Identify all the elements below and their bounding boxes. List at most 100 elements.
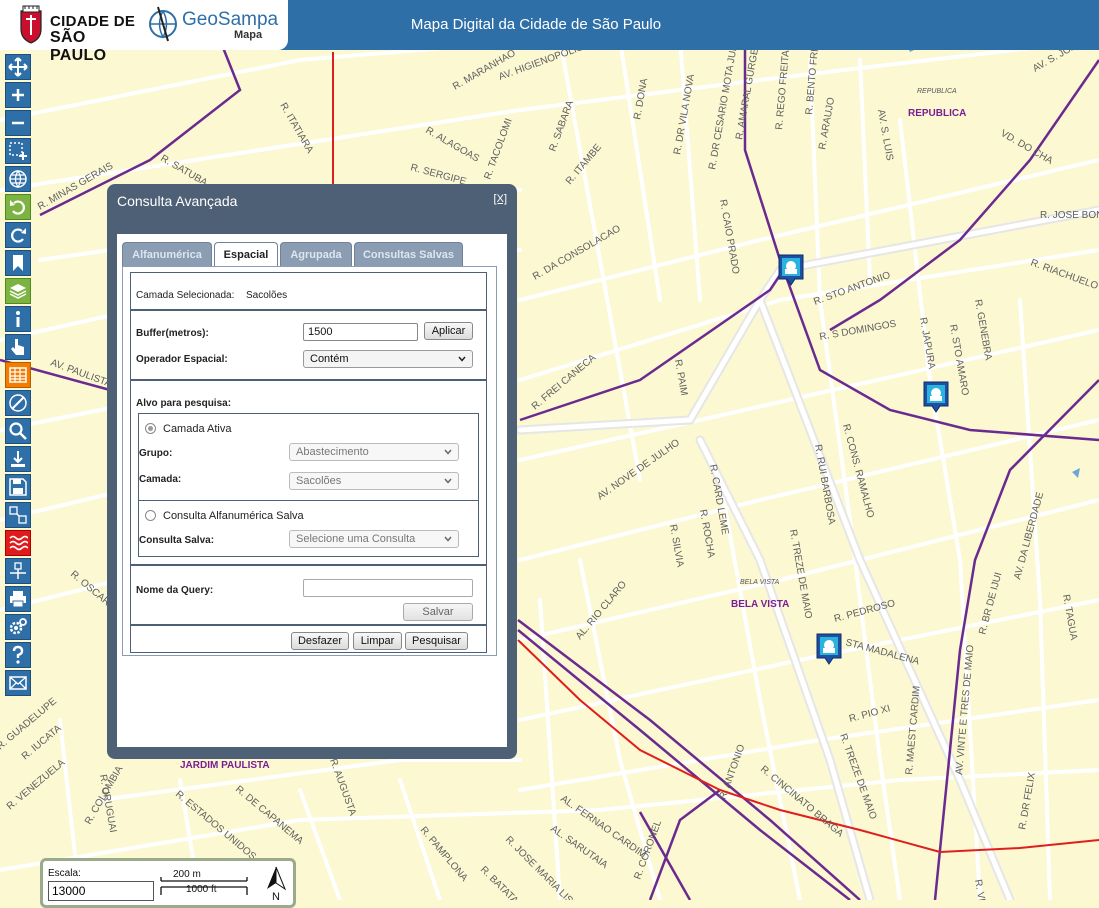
- svg-text:R. JOSE BONIFACIO: R. JOSE BONIFACIO: [1040, 210, 1099, 221]
- svg-text:REPUBLICA: REPUBLICA: [908, 108, 966, 119]
- envelope-icon: [9, 676, 27, 690]
- saved-query-select[interactable]: Selecione uma Consulta: [289, 530, 459, 548]
- selected-layer-label: Camada Selecionada:: [136, 290, 235, 301]
- globe-icon: [9, 170, 27, 189]
- search-button[interactable]: [5, 418, 31, 444]
- download-button[interactable]: [5, 446, 31, 472]
- query-name-section: Nome da Query: Salvar: [130, 565, 487, 625]
- info-button[interactable]: [5, 306, 31, 332]
- target-section: Alvo para pesquisa: Camada Ativa Grupo: …: [130, 380, 487, 565]
- print-button[interactable]: [5, 586, 31, 612]
- layers-icon: [9, 284, 27, 299]
- apply-button[interactable]: Aplicar: [424, 322, 473, 340]
- split-icon: [9, 506, 27, 524]
- saved-query-label: Consulta Salva:: [139, 535, 215, 546]
- saved-query-box: Consulta Alfanumérica Salva Consulta Sal…: [138, 501, 479, 557]
- close-button[interactable]: [X]: [494, 193, 507, 205]
- active-layer-box: Camada Ativa Grupo: Abastecimento Camada…: [138, 413, 479, 501]
- query-name-input[interactable]: [303, 579, 473, 597]
- measure-icon: [9, 394, 27, 412]
- scale-bar-imperial: 1000 ft: [186, 884, 217, 895]
- move-icon: [8, 57, 28, 77]
- tab-consultas-salvas[interactable]: Consultas Salvas: [354, 242, 463, 266]
- split-button[interactable]: [5, 502, 31, 528]
- zoom-out-button[interactable]: [5, 110, 31, 136]
- printer-icon: [10, 591, 26, 608]
- active-layer-radio[interactable]: [145, 423, 156, 434]
- save-query-button[interactable]: Salvar: [403, 603, 473, 621]
- undo-button[interactable]: Desfazer: [291, 632, 349, 650]
- tab-alfanumerica[interactable]: Alfanumérica: [122, 242, 212, 266]
- chevron-down-icon: [444, 478, 452, 484]
- logo-area: CIDADE DE SÃO PAULO GeoSampa Mapa: [0, 0, 288, 64]
- clear-button[interactable]: Limpar: [353, 632, 402, 650]
- plus-icon: [12, 89, 24, 101]
- search-query-button[interactable]: Pesquisar: [405, 632, 468, 650]
- sacolao-marker[interactable]: [815, 632, 843, 666]
- buffer-label: Buffer(metros):: [136, 328, 209, 339]
- help-button[interactable]: [5, 642, 31, 668]
- sacolao-marker[interactable]: [777, 253, 805, 287]
- geosampa-name: GeoSampa: [182, 9, 279, 30]
- operator-label: Operador Espacial:: [136, 354, 228, 365]
- tab-agrupada[interactable]: Agrupada: [280, 242, 352, 266]
- app-title: Mapa Digital da Cidade de São Paulo: [410, 16, 662, 33]
- download-icon: [11, 451, 25, 467]
- measure-button[interactable]: [5, 390, 31, 416]
- geosampa-subtitle: Mapa: [234, 29, 263, 41]
- layer-label: Camada:: [139, 474, 182, 485]
- identify-button[interactable]: [5, 334, 31, 360]
- saved-query-radio[interactable]: [145, 510, 156, 521]
- scale-bar-metric: 200 m: [173, 869, 201, 880]
- table-icon: [9, 367, 27, 383]
- geosampa-globe-icon: [149, 6, 177, 42]
- undo-icon: [10, 200, 25, 215]
- bookmarks-button[interactable]: [5, 250, 31, 276]
- map-toolbar: [5, 54, 33, 698]
- north-label: N: [272, 891, 280, 903]
- scale-label: Escala:: [48, 868, 81, 879]
- next-extent-button[interactable]: [5, 222, 31, 248]
- pan-tool-button[interactable]: [5, 54, 31, 80]
- chevron-down-icon: [458, 356, 466, 362]
- operator-select[interactable]: Contém: [303, 350, 473, 368]
- zoom-in-button[interactable]: [5, 82, 31, 108]
- selected-layer-value: Sacolões: [246, 290, 288, 301]
- svg-text:JARDIM PAULISTA: JARDIM PAULISTA: [180, 760, 270, 771]
- tab-espacial[interactable]: Espacial: [214, 242, 278, 267]
- city-logo-line1: CIDADE DE: [50, 13, 136, 30]
- full-extent-button[interactable]: [5, 166, 31, 192]
- floppy-icon: [9, 478, 27, 496]
- layers-button[interactable]: [5, 278, 31, 304]
- chevron-down-icon: [444, 536, 452, 542]
- geosampa-logo[interactable]: GeoSampa Mapa: [148, 4, 278, 46]
- group-value: Abastecimento: [296, 446, 369, 458]
- dialog-title: Consulta Avançada: [117, 193, 238, 209]
- sacolao-marker[interactable]: [922, 380, 950, 414]
- settings-button[interactable]: [5, 614, 31, 640]
- info-icon: [16, 311, 20, 327]
- contact-button[interactable]: [5, 670, 31, 696]
- gear-icon: [9, 618, 27, 635]
- wave-layer-button[interactable]: [5, 530, 31, 556]
- save-button[interactable]: [5, 474, 31, 500]
- edit-button[interactable]: [5, 558, 31, 584]
- attribute-table-button[interactable]: [5, 362, 31, 388]
- redo-icon: [11, 228, 26, 243]
- edit-icon: [10, 562, 26, 579]
- layer-select[interactable]: Sacolões: [289, 472, 459, 490]
- magnifier-icon: [9, 422, 27, 440]
- svg-text:BELA VISTA: BELA VISTA: [740, 579, 780, 586]
- advanced-query-dialog: Consulta Avançada [X] Alfanumérica Espac…: [107, 184, 517, 759]
- dialog-body: Alfanumérica Espacial Agrupada Consultas…: [117, 234, 507, 747]
- city-logo[interactable]: CIDADE DE SÃO PAULO: [14, 5, 139, 64]
- query-name-label: Nome da Query:: [136, 585, 214, 596]
- minus-icon: [12, 121, 24, 125]
- buffer-input[interactable]: 1500: [303, 323, 418, 341]
- city-crest-icon: [20, 5, 42, 44]
- zoom-box-icon: [9, 142, 27, 160]
- group-select[interactable]: Abastecimento: [289, 443, 459, 461]
- scale-input[interactable]: 13000: [48, 881, 154, 901]
- zoom-box-button[interactable]: [5, 138, 31, 164]
- previous-extent-button[interactable]: [5, 194, 31, 220]
